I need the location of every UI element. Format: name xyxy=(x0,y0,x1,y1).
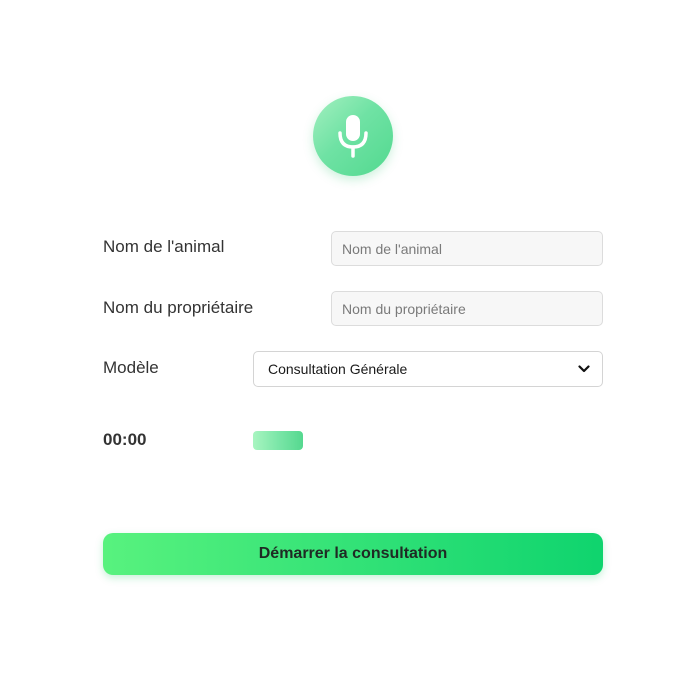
start-consultation-button[interactable]: Démarrer la consultation xyxy=(103,533,603,575)
model-selected-value: Consultation Générale xyxy=(268,361,408,377)
audio-level-indicator xyxy=(253,431,303,450)
animal-name-input[interactable] xyxy=(331,231,603,266)
owner-name-input[interactable] xyxy=(331,291,603,326)
recording-timer: 00:00 xyxy=(103,430,147,449)
model-select[interactable]: Consultation Générale xyxy=(253,351,603,387)
owner-name-label: Nom du propriétaire xyxy=(103,298,254,317)
microphone-icon xyxy=(336,113,370,159)
microphone-button[interactable] xyxy=(313,96,393,176)
animal-name-label: Nom de l'animal xyxy=(103,237,225,256)
model-label: Modèle xyxy=(103,358,159,377)
chevron-down-icon xyxy=(578,365,590,373)
